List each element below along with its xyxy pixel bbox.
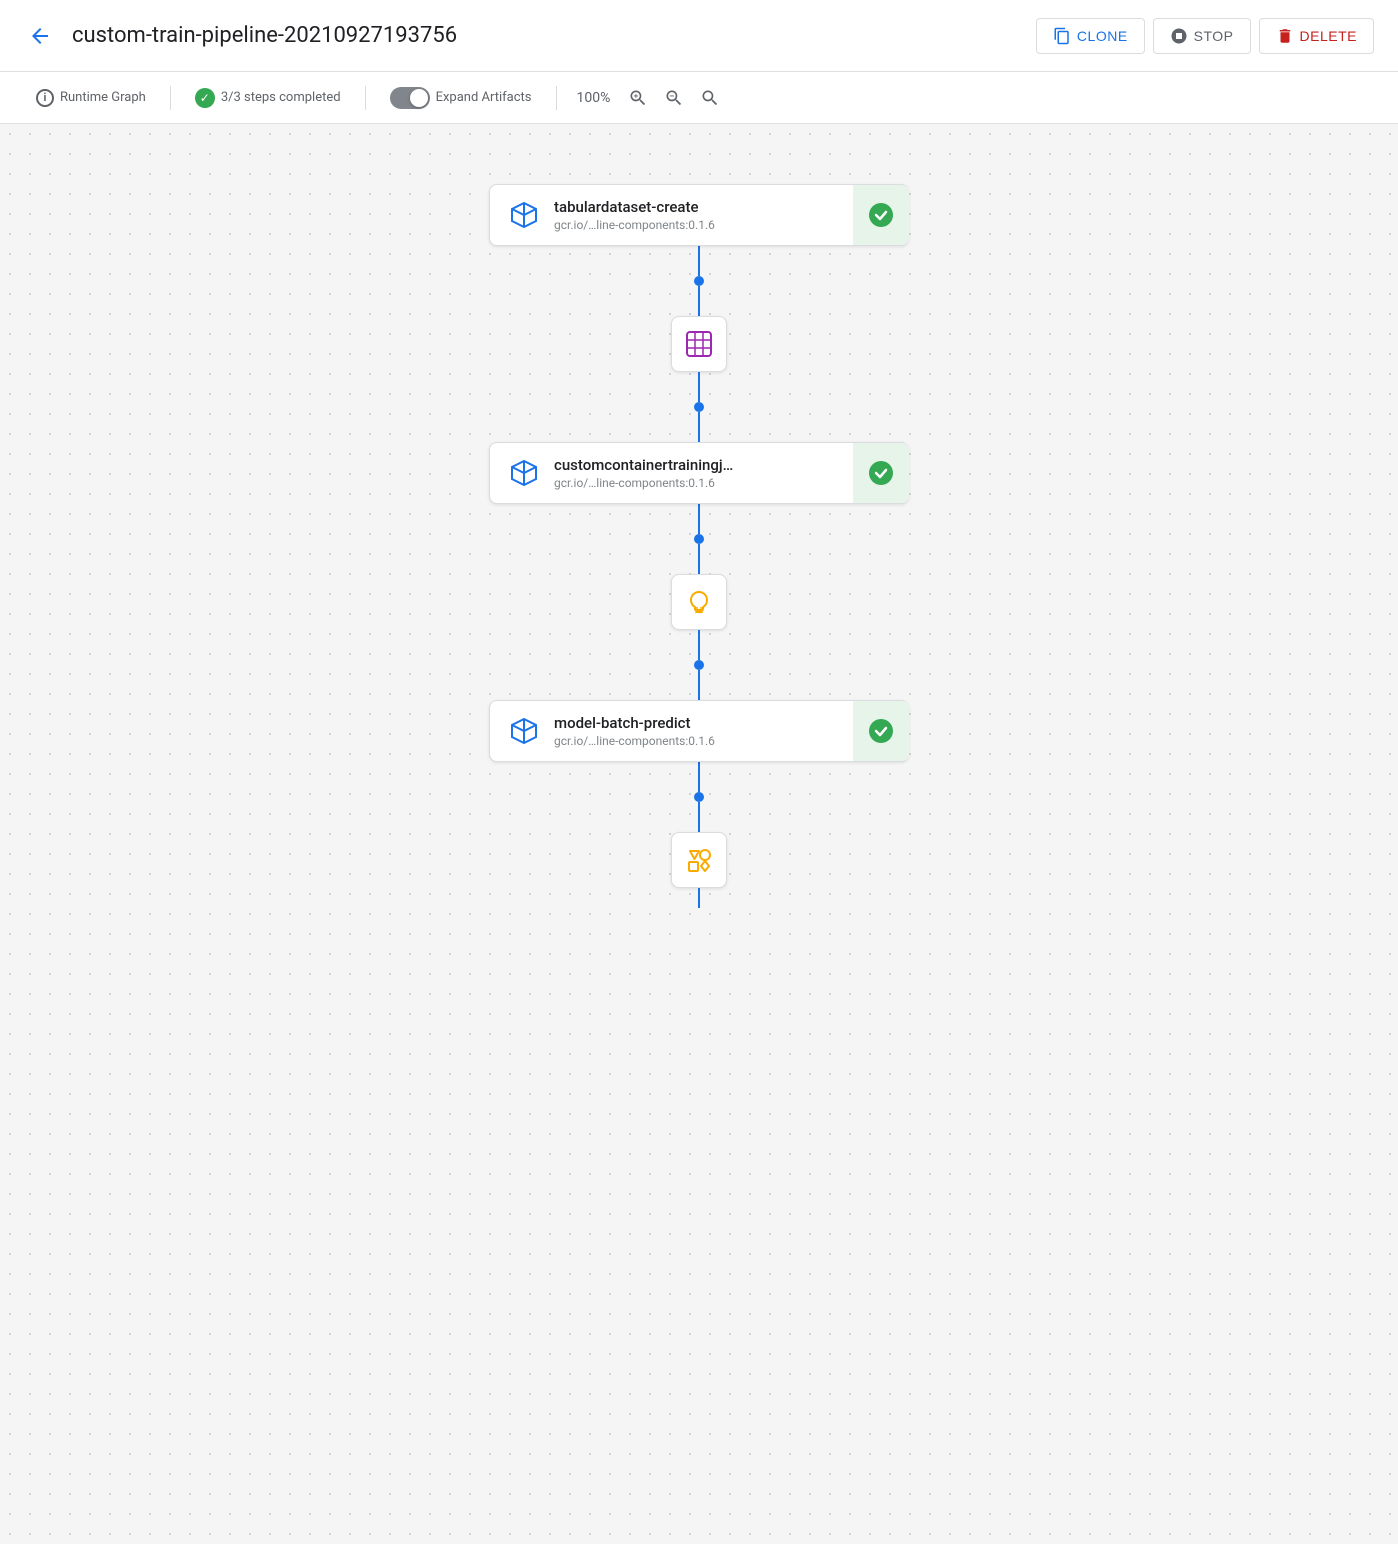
connector-line-2a xyxy=(698,372,700,402)
cube-icon-3 xyxy=(506,713,542,749)
connector-line-1a xyxy=(698,246,700,276)
clone-button[interactable]: CLONE xyxy=(1036,18,1145,54)
connector-3 xyxy=(694,504,704,574)
header-actions: CLONE STOP DELETE xyxy=(1036,18,1374,54)
pipeline-node-1[interactable]: tabulardataset-create gcr.io/…line-compo… xyxy=(489,184,909,246)
header: custom-train-pipeline-20210927193756 CLO… xyxy=(0,0,1398,72)
node-2-subtitle: gcr.io/…line-components:0.1.6 xyxy=(554,476,893,490)
cube-icon-1 xyxy=(506,197,542,233)
node-3-success xyxy=(853,701,909,761)
connector-line-3a xyxy=(698,504,700,534)
shapes-icon xyxy=(685,846,713,874)
node-2-text: customcontainertrainingj… gcr.io/…line-c… xyxy=(554,456,893,490)
toolbar-divider-3 xyxy=(556,86,557,110)
expand-artifacts-toggle[interactable] xyxy=(390,87,430,109)
node-3-title: model-batch-predict xyxy=(554,714,893,732)
expand-artifacts-item[interactable]: Expand Artifacts xyxy=(378,81,544,115)
connector-line-4a xyxy=(698,630,700,660)
node-3-text: model-batch-predict gcr.io/…line-compone… xyxy=(554,714,893,748)
connector-line-4b xyxy=(698,670,700,700)
toolbar-divider-2 xyxy=(365,86,366,110)
connector-dot-5 xyxy=(694,792,704,802)
runtime-graph-item[interactable]: i Runtime Graph xyxy=(24,83,158,113)
runtime-graph-label: Runtime Graph xyxy=(60,90,146,105)
delete-button[interactable]: DELETE xyxy=(1259,18,1374,54)
table-icon xyxy=(685,330,713,358)
node-2-title: customcontainertrainingj… xyxy=(554,456,893,474)
node-1-title: tabulardataset-create xyxy=(554,198,893,216)
zoom-reset-button[interactable] xyxy=(694,82,726,114)
success-icon-3 xyxy=(868,718,894,744)
pipeline-node-3[interactable]: model-batch-predict gcr.io/…line-compone… xyxy=(489,700,909,762)
connector-4 xyxy=(694,630,704,700)
toggle-knob xyxy=(410,89,428,107)
success-icon-1 xyxy=(868,202,894,228)
success-icon-2 xyxy=(868,460,894,486)
expand-artifacts-label: Expand Artifacts xyxy=(436,90,532,105)
node-1-subtitle: gcr.io/…line-components:0.1.6 xyxy=(554,218,893,232)
artifact-node-3[interactable] xyxy=(671,832,727,888)
node-3-subtitle: gcr.io/…line-components:0.1.6 xyxy=(554,734,893,748)
connector-2 xyxy=(694,372,704,442)
connector-line-2b xyxy=(698,412,700,442)
page-title: custom-train-pipeline-20210927193756 xyxy=(72,23,1020,48)
connector-dot-1 xyxy=(694,276,704,286)
connector-line-1b xyxy=(698,286,700,316)
stop-button[interactable]: STOP xyxy=(1153,18,1251,54)
artifact-node-2[interactable] xyxy=(671,574,727,630)
connector-dot-2 xyxy=(694,402,704,412)
cube-icon-2 xyxy=(506,455,542,491)
back-button[interactable] xyxy=(24,20,56,52)
connector-line-5a xyxy=(698,762,700,792)
node-1-text: tabulardataset-create gcr.io/…line-compo… xyxy=(554,198,893,232)
toggle-track xyxy=(390,87,430,109)
connector-line-5b xyxy=(698,802,700,832)
connector-line-3b xyxy=(698,544,700,574)
zoom-level: 100% xyxy=(569,90,619,106)
steps-completed-item: ✓ 3/3 steps completed xyxy=(183,82,353,114)
zoom-out-button[interactable] xyxy=(658,82,690,114)
steps-completed-label: 3/3 steps completed xyxy=(221,90,341,105)
connector-dot-4 xyxy=(694,660,704,670)
check-circle-icon: ✓ xyxy=(195,88,215,108)
delete-label: DELETE xyxy=(1300,28,1357,44)
pipeline-node-2[interactable]: customcontainertrainingj… gcr.io/…line-c… xyxy=(489,442,909,504)
toolbar-divider-1 xyxy=(170,86,171,110)
node-2-success xyxy=(853,443,909,503)
connector-6 xyxy=(698,888,700,908)
connector-line-6 xyxy=(698,888,700,908)
toolbar: i Runtime Graph ✓ 3/3 steps completed Ex… xyxy=(0,72,1398,124)
node-1-success xyxy=(853,185,909,245)
clone-label: CLONE xyxy=(1077,28,1128,44)
stop-label: STOP xyxy=(1194,28,1234,44)
bulb-icon xyxy=(685,588,713,616)
info-icon: i xyxy=(36,89,54,107)
pipeline-container: tabulardataset-create gcr.io/…line-compo… xyxy=(489,184,909,908)
connector-1 xyxy=(694,246,704,316)
connector-5 xyxy=(694,762,704,832)
artifact-node-1[interactable] xyxy=(671,316,727,372)
connector-dot-3 xyxy=(694,534,704,544)
zoom-in-button[interactable] xyxy=(622,82,654,114)
pipeline-canvas: tabulardataset-create gcr.io/…line-compo… xyxy=(0,124,1398,1544)
